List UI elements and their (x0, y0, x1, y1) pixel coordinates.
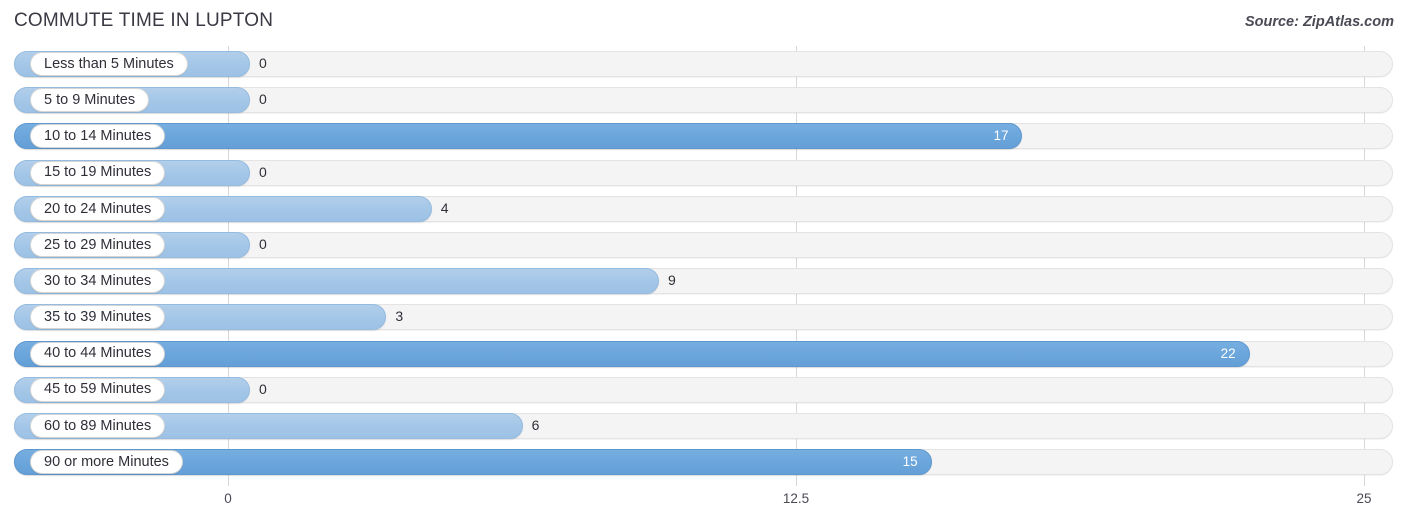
chart-header: COMMUTE TIME IN LUPTON Source: ZipAtlas.… (0, 0, 1406, 46)
category-label-pill: 35 to 39 Minutes (30, 305, 166, 330)
bar-row[interactable]: 15 to 19 Minutes 0 (0, 155, 1406, 191)
category-label: 5 to 9 Minutes (44, 91, 136, 108)
category-label: Less than 5 Minutes (44, 55, 174, 72)
value-label: 3 (395, 308, 404, 325)
category-label: 20 to 24 Minutes (44, 200, 152, 217)
bar-row[interactable]: 5 to 9 Minutes 0 (0, 82, 1406, 118)
value-label: 0 (259, 235, 267, 252)
category-label: 60 to 89 Minutes (44, 417, 152, 434)
value-label: 0 (259, 91, 267, 108)
value-label: 0 (259, 380, 267, 397)
bar-row[interactable]: 30 to 34 Minutes 9 (0, 263, 1406, 299)
category-label-pill: 40 to 44 Minutes (30, 341, 166, 366)
chart-plot-area: Less than 5 Minutes 0 5 to 9 Minutes 0 10 to… (0, 46, 1406, 486)
category-label: 15 to 19 Minutes (44, 164, 152, 181)
x-tick-label: 12.5 (782, 491, 810, 506)
value-label: 0 (259, 163, 267, 180)
category-label-pill: 45 to 59 Minutes (30, 377, 166, 402)
bar-row[interactable]: 60 to 89 Minutes 6 (0, 408, 1406, 444)
category-label-pill: 30 to 34 Minutes (30, 269, 166, 294)
x-tick-label: 25 (1356, 491, 1372, 506)
bar-row[interactable]: 20 to 24 Minutes 4 (0, 191, 1406, 227)
value-bar[interactable] (14, 340, 1250, 367)
category-label-pill: 25 to 29 Minutes (30, 232, 166, 257)
value-label: 17 (993, 128, 1009, 144)
value-label: 9 (667, 272, 676, 289)
value-label: 0 (259, 55, 267, 71)
category-label-pill: 90 or more Minutes (30, 450, 183, 475)
category-label: 25 to 29 Minutes (44, 236, 152, 253)
category-label: 40 to 44 Minutes (44, 345, 152, 362)
x-axis: 0 12.5 25 (0, 486, 1406, 523)
category-label: 45 to 59 Minutes (44, 381, 152, 398)
bar-rows: Less than 5 Minutes 0 5 to 9 Minutes 0 10 to… (0, 46, 1406, 480)
value-label: 6 (531, 416, 540, 433)
category-label-pill: 60 to 89 Minutes (30, 413, 166, 438)
source-attribution: Source: ZipAtlas.com (1244, 14, 1394, 30)
bar-row[interactable]: 40 to 44 Minutes 22 (0, 336, 1406, 372)
bar-row[interactable]: 45 to 59 Minutes 0 (0, 372, 1406, 408)
category-label: 30 to 34 Minutes (44, 272, 152, 289)
value-label: 15 (902, 454, 918, 470)
value-bar[interactable] (14, 123, 1023, 150)
category-label-pill: 20 to 24 Minutes (30, 196, 166, 221)
bar-row[interactable]: Less than 5 Minutes 0 (0, 46, 1406, 82)
value-label: 4 (440, 199, 449, 216)
x-tick-label: 0 (224, 491, 232, 506)
value-label: 22 (1220, 345, 1236, 361)
category-label: 10 to 14 Minutes (44, 128, 152, 145)
category-label-pill: Less than 5 Minutes (30, 52, 188, 76)
page-title: COMMUTE TIME IN LUPTON (14, 10, 274, 31)
bar-row[interactable]: 90 or more Minutes 15 (0, 444, 1406, 480)
category-label-pill: 5 to 9 Minutes (30, 88, 150, 113)
bar-row[interactable]: 25 to 29 Minutes 0 (0, 227, 1406, 263)
category-label-pill: 15 to 19 Minutes (30, 160, 166, 185)
category-label-pill: 10 to 14 Minutes (30, 124, 166, 149)
bar-row[interactable]: 35 to 39 Minutes 3 (0, 299, 1406, 335)
bar-row[interactable]: 10 to 14 Minutes 17 (0, 118, 1406, 154)
category-label: 90 or more Minutes (44, 453, 169, 470)
category-label: 35 to 39 Minutes (44, 309, 152, 326)
